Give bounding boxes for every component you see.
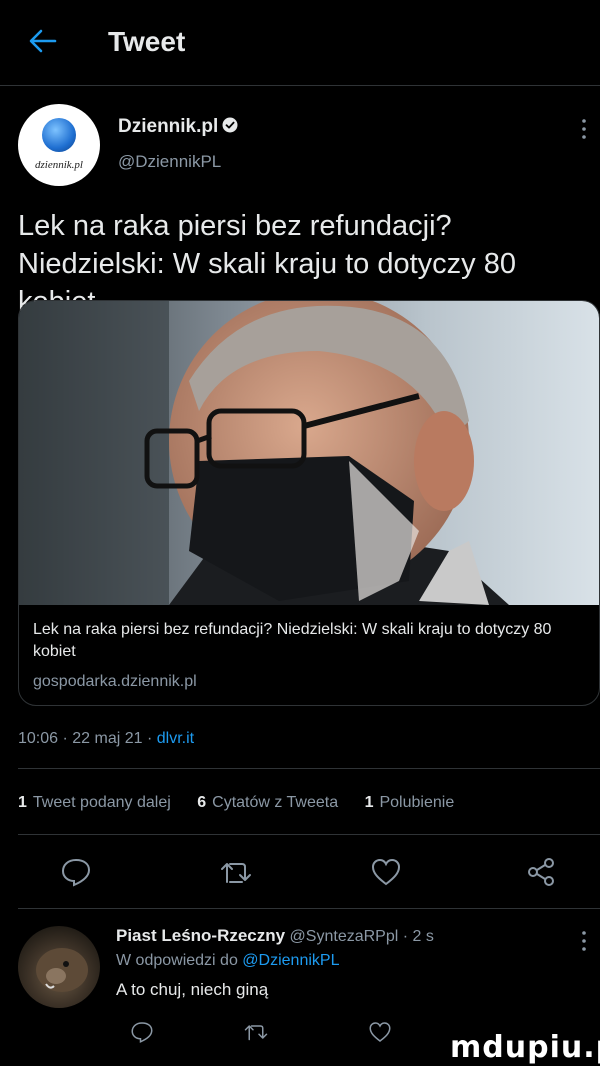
reply-retweet-icon[interactable] [244,1020,268,1044]
likes-count: 1 [364,794,374,811]
avatar-brand-text: dziennik.pl [35,159,83,171]
likes-label: Polubienie [379,794,455,811]
reply-text: A to chuj, niech giną [116,980,269,999]
boar-avatar-icon [36,948,88,992]
globe-logo-icon [42,118,76,152]
tweet-timestamp: 10:06 · 22 maj 21 · dlvr.it [18,730,194,748]
reply-author-name[interactable]: Piast Leśno-Rzeczny [116,926,285,945]
reply-more-icon[interactable] [580,930,588,952]
like-icon[interactable] [370,856,402,888]
reply-to-line: W odpowiedzi do @DziennikPL [116,952,339,970]
card-title: Lek na raka piersi bez refundacji? Niedz… [33,621,552,660]
quotes-label: Cytatów z Tweeta [212,794,339,811]
divider [18,834,600,835]
verified-icon [222,117,238,133]
share-icon[interactable] [525,856,557,888]
top-bar: Tweet [0,0,600,86]
card-image [19,301,599,605]
author-name[interactable]: Dziennik.pl [118,116,218,138]
reply-reply-icon[interactable] [130,1020,154,1044]
card-domain: gospodarka.dziennik.pl [33,673,197,690]
likes-stat[interactable]: 1 Polubienie [365,794,455,811]
divider [18,908,600,909]
reply-to-prefix: W odpowiedzi do [116,952,243,969]
link-card[interactable]: Lek na raka piersi bez refundacji? Niedz… [18,300,600,706]
retweets-count: 1 [18,794,27,811]
reply-handle-time[interactable]: @SyntezaRPpl · 2 s [285,928,434,945]
quotes-stat[interactable]: 6 Cytatów z Tweeta [197,794,338,811]
retweet-icon[interactable] [220,856,252,888]
retweets-stat[interactable]: 1 Tweet podany dalej [18,794,171,811]
retweets-label: Tweet podany dalej [32,794,171,811]
reply-header: Piast Leśno-Rzeczny @SyntezaRPpl · 2 s [116,926,434,946]
quotes-count: 6 [197,794,207,811]
tweet-stats: 1 Tweet podany dalej 6 Cytatów z Tweeta 1P… [18,794,454,812]
timestamp-text: 10:06 · 22 maj 21 · [18,730,157,747]
reply-to-mention[interactable]: @DziennikPL [242,952,339,969]
reply-icon[interactable] [60,856,92,888]
more-icon[interactable] [580,118,588,140]
divider [18,768,600,769]
watermark: mdupiu.pl [450,1030,600,1065]
author-handle[interactable]: @DziennikPL [118,152,221,172]
reply-avatar[interactable] [18,926,100,1008]
source-link[interactable]: dlvr.it [157,730,194,747]
page-title: Tweet [108,26,186,57]
reply-like-icon[interactable] [368,1020,392,1044]
author-avatar[interactable]: dziennik.pl [18,104,100,186]
back-arrow-icon[interactable] [28,26,58,56]
